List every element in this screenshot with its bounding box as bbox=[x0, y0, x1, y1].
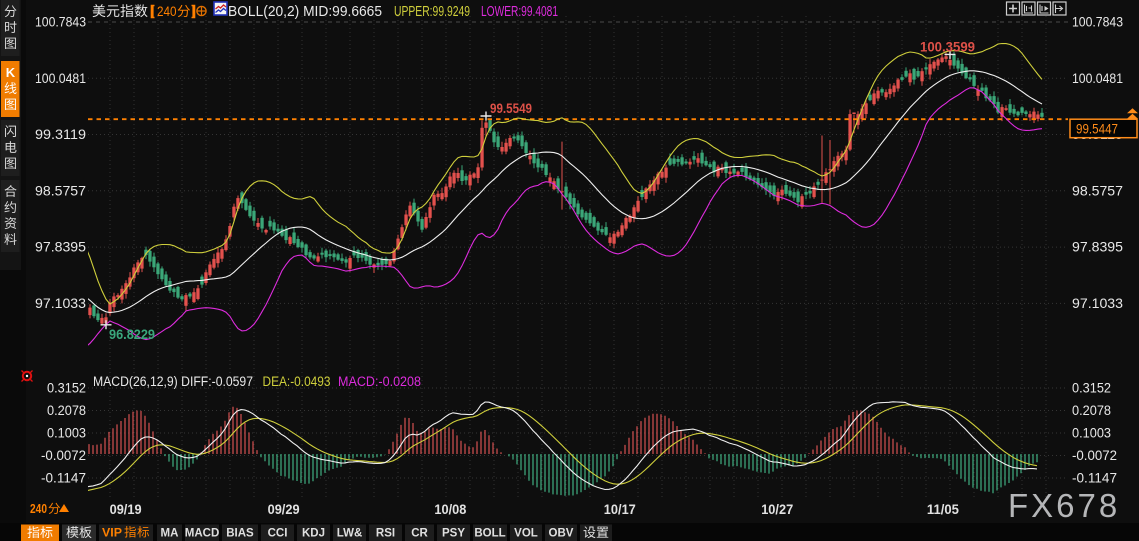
svg-text:100.0481: 100.0481 bbox=[35, 71, 86, 86]
svg-text:98.5757: 98.5757 bbox=[1072, 183, 1123, 198]
svg-text:MACD: MACD bbox=[185, 528, 220, 540]
svg-text:MACD(26,12,9) DIFF:-0.0597: MACD(26,12,9) DIFF:-0.0597 bbox=[93, 374, 253, 389]
svg-text:97.1033: 97.1033 bbox=[1072, 296, 1123, 311]
svg-text:100.0481: 100.0481 bbox=[1072, 71, 1123, 86]
svg-text:-0.0072: -0.0072 bbox=[41, 448, 86, 463]
svg-text:10/17: 10/17 bbox=[604, 502, 636, 517]
svg-text:100.7843: 100.7843 bbox=[35, 15, 86, 30]
svg-text:240: 240 bbox=[157, 4, 177, 19]
svg-text:0.2078: 0.2078 bbox=[47, 403, 86, 418]
svg-text:PSY: PSY bbox=[442, 528, 465, 540]
svg-text:FX678: FX678 bbox=[1008, 487, 1120, 524]
svg-text:MA: MA bbox=[161, 528, 179, 540]
svg-text:BOLL: BOLL bbox=[474, 528, 505, 540]
svg-text:LW&: LW& bbox=[337, 528, 363, 540]
svg-text:0.1003: 0.1003 bbox=[47, 426, 86, 441]
svg-text:98.5757: 98.5757 bbox=[35, 183, 86, 198]
svg-text:0.1003: 0.1003 bbox=[1072, 426, 1111, 441]
svg-text:-0.1147: -0.1147 bbox=[1072, 471, 1117, 486]
svg-text:97.8395: 97.8395 bbox=[1072, 240, 1123, 255]
svg-text:0.2078: 0.2078 bbox=[1072, 403, 1111, 418]
svg-text:0.3152: 0.3152 bbox=[47, 381, 86, 396]
svg-text:100.3599: 100.3599 bbox=[920, 38, 975, 54]
svg-text:BIAS: BIAS bbox=[226, 528, 254, 540]
svg-text:VOL: VOL bbox=[514, 528, 538, 540]
svg-text:OBV: OBV bbox=[549, 528, 574, 540]
svg-text:-0.0072: -0.0072 bbox=[1072, 448, 1117, 463]
svg-text:10/08: 10/08 bbox=[434, 502, 466, 517]
svg-text:97.8395: 97.8395 bbox=[35, 240, 86, 255]
svg-text:BOLL(20,2) MID:99.6665: BOLL(20,2) MID:99.6665 bbox=[228, 4, 382, 20]
svg-text:K: K bbox=[6, 65, 16, 80]
svg-text:09/29: 09/29 bbox=[268, 502, 300, 517]
svg-text:09/19: 09/19 bbox=[110, 502, 142, 517]
svg-text:96.8229: 96.8229 bbox=[109, 326, 155, 342]
svg-text:MACD:-0.0208: MACD:-0.0208 bbox=[338, 374, 421, 389]
svg-text:0.3152: 0.3152 bbox=[1072, 381, 1111, 396]
svg-text:-0.1147: -0.1147 bbox=[41, 471, 86, 486]
svg-text:LOWER:99.4081: LOWER:99.4081 bbox=[481, 4, 558, 20]
svg-text:DEA:-0.0493: DEA:-0.0493 bbox=[263, 374, 331, 389]
svg-text:10/27: 10/27 bbox=[761, 502, 793, 517]
svg-text:CR: CR bbox=[411, 528, 428, 540]
svg-text:RSI: RSI bbox=[376, 528, 395, 540]
svg-text:VIP: VIP bbox=[102, 526, 122, 540]
svg-text:99.5549: 99.5549 bbox=[490, 100, 532, 116]
svg-text:11/05: 11/05 bbox=[927, 502, 959, 517]
svg-text:99.5447: 99.5447 bbox=[1076, 121, 1118, 136]
svg-text:99.3119: 99.3119 bbox=[35, 127, 86, 142]
svg-text:UPPER:99.9249: UPPER:99.9249 bbox=[394, 4, 470, 20]
svg-text:KDJ: KDJ bbox=[302, 528, 325, 540]
svg-text:240: 240 bbox=[30, 501, 47, 516]
svg-text:97.1033: 97.1033 bbox=[35, 296, 86, 311]
svg-text:CCI: CCI bbox=[268, 528, 288, 540]
svg-text:100.7843: 100.7843 bbox=[1072, 15, 1123, 30]
